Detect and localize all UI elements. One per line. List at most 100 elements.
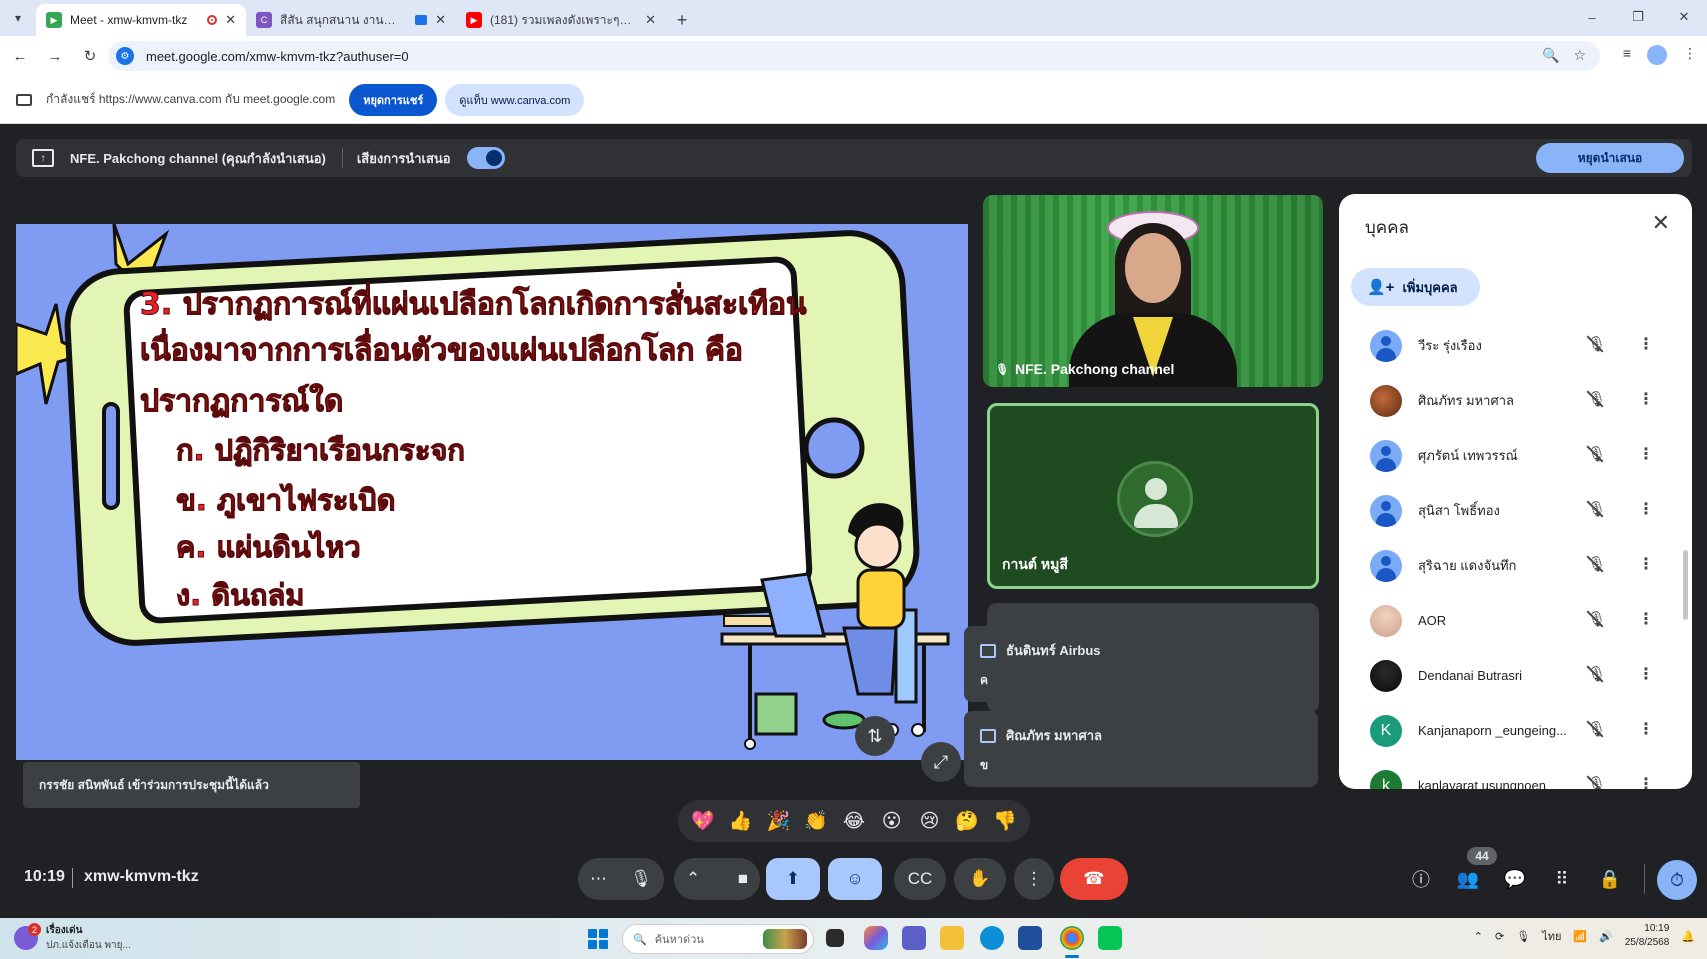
tab-meet[interactable]: ▶ Meet - xmw-kmvm-tkz ✕ <box>36 4 246 36</box>
tray-overflow-icon[interactable]: ⌃ <box>1474 930 1483 943</box>
input-language[interactable]: ไทย <box>1542 927 1561 945</box>
guest-video-tile[interactable]: กานต์ หมูสี <box>987 403 1319 589</box>
file-explorer-icon[interactable] <box>940 926 964 950</box>
participant-row[interactable]: AOR 🎙 ⋮ <box>1339 593 1692 648</box>
stop-presenting-button[interactable]: หยุดนำเสนอ <box>1536 143 1684 173</box>
participant-more-icon[interactable]: ⋮ <box>1638 609 1654 629</box>
host-controls-icon[interactable]: 🔒 <box>1595 866 1625 892</box>
close-tab-icon[interactable]: ✕ <box>435 12 446 28</box>
participant-row[interactable]: ศุภรัตน์ เทพวรรณ์ 🎙 ⋮ <box>1339 428 1692 483</box>
reaction-emoji[interactable]: 🎉 <box>762 809 794 833</box>
participant-more-icon[interactable]: ⋮ <box>1638 444 1654 464</box>
mic-off-icon[interactable]: 🎙 <box>1587 720 1606 738</box>
participant-more-icon[interactable]: ⋮ <box>1638 774 1654 789</box>
address-bar[interactable]: ⚙ meet.google.com/xmw-kmvm-tkz?authuser=… <box>108 41 1600 71</box>
close-icon[interactable]: ✕ <box>1652 210 1670 236</box>
presentation-audio-toggle[interactable] <box>466 147 505 169</box>
minimize-icon[interactable]: – <box>1569 0 1615 34</box>
meeting-info-icon[interactable]: ⓘ <box>1406 866 1436 892</box>
participant-more-icon[interactable]: ⋮ <box>1638 389 1654 409</box>
presenter-video-tile[interactable]: 🎙 NFE. Pakchong channel <box>983 195 1323 387</box>
bookmark-star-icon[interactable]: ☆ <box>1573 47 1586 64</box>
mic-off-icon[interactable]: 🎙 <box>1587 500 1606 518</box>
store-icon[interactable] <box>1018 926 1042 950</box>
mic-off-icon[interactable]: 🎙 <box>1587 555 1606 573</box>
chat-notification[interactable]: ศิณภัทร มหาศาล ข <box>964 711 1318 787</box>
tray-mic-icon[interactable]: 🎙 <box>1516 930 1530 943</box>
timer-icon[interactable]: ⏱ <box>1657 860 1697 900</box>
participant-row[interactable]: ศิณภัทร มหาศาล 🎙 ⋮ <box>1339 373 1692 428</box>
swap-layout-icon[interactable]: ⇅ <box>855 716 895 756</box>
present-screen-button[interactable]: ⬆ <box>766 858 820 900</box>
tab-search-icon[interactable]: ▾ <box>0 0 36 36</box>
audio-options-icon[interactable]: ⋯ <box>590 869 607 889</box>
media-control-icon[interactable]: ≡ <box>1623 45 1631 65</box>
mic-off-icon[interactable]: 🎙 <box>1587 390 1606 408</box>
mic-off-icon[interactable]: 🎙 <box>1587 665 1606 683</box>
reaction-emoji[interactable]: 🤔 <box>951 809 983 833</box>
participant-row[interactable]: k kanlayarat usungnoen 🎙 ⋮ <box>1339 758 1692 789</box>
teams-icon[interactable] <box>902 926 926 950</box>
participant-row[interactable]: Dendanai Butrasri 🎙 ⋮ <box>1339 648 1692 703</box>
reaction-emoji[interactable]: 😢 <box>913 810 945 833</box>
site-info-icon[interactable]: ⚙ <box>116 47 134 65</box>
windows-start-icon[interactable] <box>588 929 608 949</box>
chrome-icon[interactable] <box>1060 926 1084 950</box>
mic-off-icon[interactable]: 🎙 <box>1587 610 1606 628</box>
participant-row[interactable]: สุนิสา โพธิ์ทอง 🎙 ⋮ <box>1339 483 1692 538</box>
browser-menu-icon[interactable]: ⋮ <box>1683 45 1697 65</box>
raise-hand-button[interactable]: ✋ <box>954 858 1006 900</box>
tab-canva[interactable]: C สีสัน สนุกสนาน งานนำเสนอ หลัก ✕ <box>246 4 456 36</box>
taskbar-search[interactable]: 🔍 ค้นหาด่วน <box>622 924 814 954</box>
mic-off-icon[interactable]: 🎙 <box>1587 445 1606 463</box>
leave-call-button[interactable]: ☎ <box>1060 858 1128 900</box>
restore-icon[interactable]: ❐ <box>1615 0 1661 34</box>
close-tab-icon[interactable]: ✕ <box>645 12 656 28</box>
edge-icon[interactable] <box>980 926 1004 950</box>
reaction-emoji[interactable]: 👎 <box>989 809 1021 833</box>
reaction-emoji[interactable]: 😂 <box>838 810 870 833</box>
scrollbar[interactable] <box>1683 550 1688 620</box>
new-tab-icon[interactable]: + <box>666 4 698 36</box>
reload-icon[interactable]: ↻ <box>75 41 105 71</box>
reaction-emoji[interactable]: 👏 <box>800 809 832 833</box>
reaction-emoji[interactable]: 💖 <box>687 809 719 833</box>
close-window-icon[interactable]: ✕ <box>1661 0 1707 34</box>
view-tab-button[interactable]: ดูแท็บ www.canva.com <box>445 83 585 116</box>
camera-icon[interactable]: ■ <box>738 869 748 889</box>
sync-icon[interactable]: ⟳ <box>1495 930 1504 943</box>
notifications-icon[interactable]: 🔔 <box>1681 930 1695 943</box>
more-options-button[interactable]: ⋮ <box>1014 858 1054 900</box>
task-view-icon[interactable] <box>826 929 844 947</box>
participant-more-icon[interactable]: ⋮ <box>1638 664 1654 684</box>
participant-more-icon[interactable]: ⋮ <box>1638 334 1654 354</box>
add-people-button[interactable]: 👤+ เพิ่มบุคคล <box>1351 268 1480 306</box>
copilot-icon[interactable] <box>864 926 888 950</box>
participant-more-icon[interactable]: ⋮ <box>1638 554 1654 574</box>
participant-row[interactable]: K Kanjanaporn _eungeing... 🎙 ⋮ <box>1339 703 1692 758</box>
taskbar-clock[interactable]: 10:19 25/8/2568 <box>1625 922 1670 950</box>
volume-icon[interactable]: 🔊 <box>1599 930 1613 943</box>
profile-avatar[interactable] <box>1647 45 1667 65</box>
video-options-icon[interactable]: ⌃ <box>686 869 700 889</box>
mic-off-icon[interactable]: 🎙 <box>1587 775 1606 789</box>
reactions-button[interactable]: ☺ <box>828 858 882 900</box>
participant-more-icon[interactable]: ⋮ <box>1638 499 1654 519</box>
back-icon[interactable]: ← <box>5 41 35 71</box>
chat-icon[interactable]: 💬 <box>1500 866 1530 892</box>
close-tab-icon[interactable]: ✕ <box>225 12 236 28</box>
microphone-icon[interactable]: 🎙 <box>630 869 652 889</box>
people-icon[interactable]: 👥 <box>1453 866 1483 892</box>
tab-youtube[interactable]: ▶ (181) รวมเพลงดังเพราะๆฮิตใน Tiktok ✕ <box>456 4 666 36</box>
participant-row[interactable]: สุริฉาย แดงจันทึก 🎙 ⋮ <box>1339 538 1692 593</box>
wifi-icon[interactable]: 📶 <box>1573 930 1587 943</box>
mic-off-icon[interactable]: 🎙 <box>1587 335 1606 353</box>
captions-button[interactable]: CC <box>894 858 946 900</box>
participant-row[interactable]: วีระ รุ่งเรือง 🎙 ⋮ <box>1339 318 1692 373</box>
reaction-emoji[interactable]: 👍 <box>725 809 757 833</box>
activities-icon[interactable]: ⠿ <box>1547 866 1577 892</box>
chat-notification[interactable]: ธันดินทร์ Airbus ค <box>964 626 1318 702</box>
news-widget[interactable]: 2 เรื่องเด่น ปภ.แจ้งเตือน พายุ... <box>14 923 131 953</box>
zoom-icon[interactable]: 🔍 <box>1542 47 1559 64</box>
line-icon[interactable] <box>1098 926 1122 950</box>
